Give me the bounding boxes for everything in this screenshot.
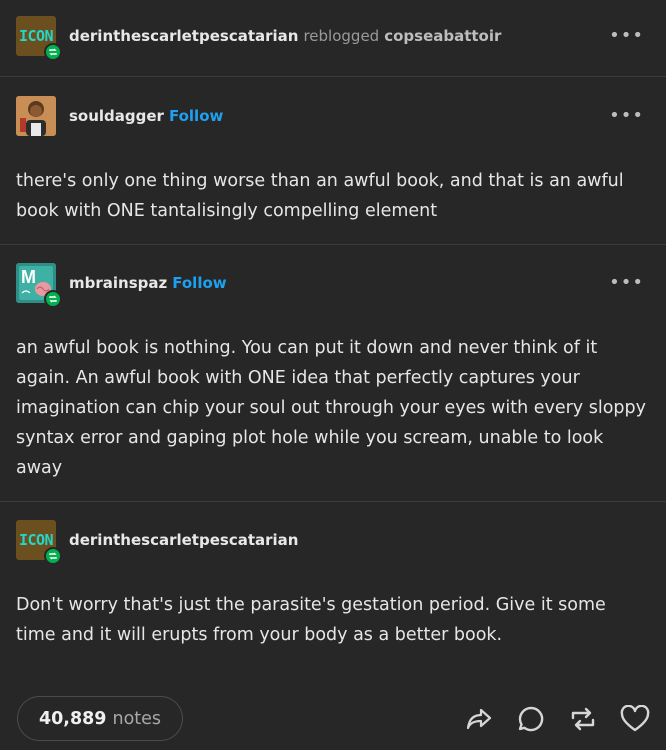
follow-button[interactable]: Follow: [169, 107, 223, 125]
divider: [0, 76, 666, 77]
post-body: an awful book is nothing. You can put it…: [16, 338, 646, 478]
post-actions: [464, 704, 650, 734]
like-icon[interactable]: [620, 704, 650, 734]
svg-text:M: M: [21, 267, 36, 287]
post-header: souldagger Follow •••: [16, 96, 652, 136]
avatar-text: ICON: [18, 27, 54, 45]
reblog-badge-icon: [44, 43, 62, 61]
notes-count: 40,889: [38, 708, 107, 729]
post-header: M mbrainspaz Follow •••: [16, 263, 652, 308]
divider: [0, 501, 666, 502]
reblog-action-text: reblogged: [303, 27, 380, 45]
share-icon[interactable]: [464, 704, 494, 734]
notes-label: notes: [112, 708, 162, 729]
username[interactable]: mbrainspaz: [69, 274, 167, 292]
reblog-badge-icon: [44, 547, 62, 565]
avatar-text: ICON: [18, 531, 54, 549]
avatar[interactable]: ICON: [16, 16, 62, 61]
post-body: there's only one thing worse than an awf…: [16, 171, 624, 221]
username[interactable]: souldagger: [69, 107, 164, 125]
post-body: Don't worry that's just the parasite's g…: [16, 595, 606, 645]
notes-button[interactable]: 40,889 notes: [17, 696, 183, 741]
reblog-badge-icon: [44, 290, 62, 308]
reblog-icon[interactable]: [568, 704, 598, 734]
avatar[interactable]: ICON: [16, 520, 62, 565]
more-options-icon[interactable]: •••: [609, 274, 652, 292]
reblog-header: ICON derinthescarletpescatarian reblogge…: [16, 16, 652, 61]
more-options-icon[interactable]: •••: [609, 107, 652, 125]
source-blog-name[interactable]: copseabattoir: [384, 27, 501, 45]
avatar[interactable]: [16, 96, 56, 136]
more-options-icon[interactable]: •••: [609, 27, 652, 45]
blog-name[interactable]: derinthescarletpescatarian: [69, 27, 298, 45]
person-avatar-icon: [16, 96, 56, 136]
follow-button[interactable]: Follow: [172, 274, 226, 292]
divider: [0, 244, 666, 245]
post-header: ICON derinthescarletpescatarian: [16, 520, 652, 565]
username[interactable]: derinthescarletpescatarian: [69, 531, 298, 549]
avatar[interactable]: M: [16, 263, 62, 308]
reply-icon[interactable]: [516, 704, 546, 734]
